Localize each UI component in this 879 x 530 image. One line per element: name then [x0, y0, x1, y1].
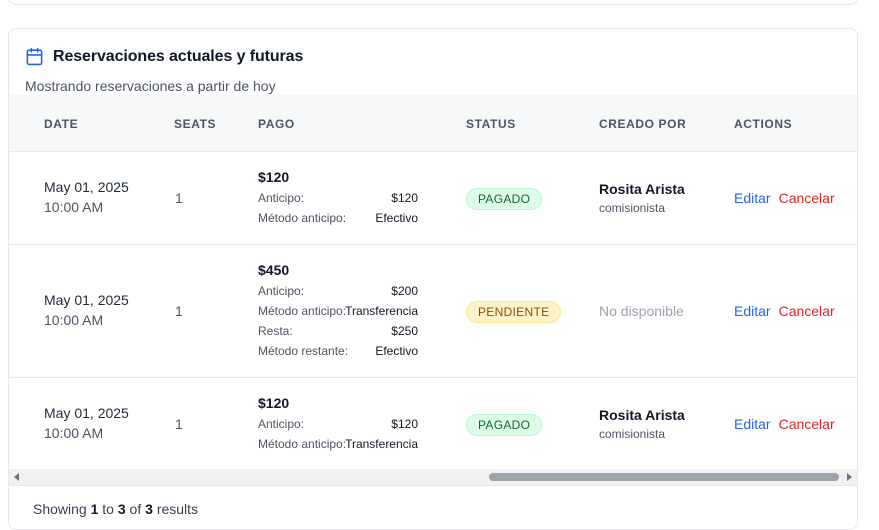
payment-label: Resta:	[258, 324, 293, 338]
payment-value: Efectivo	[375, 344, 418, 358]
header-seats: SEATS	[174, 117, 217, 131]
payment-label: Anticipo:	[258, 417, 305, 431]
card-subtitle: Mostrando reservaciones a partir de hoy	[25, 78, 276, 94]
seats-value: 1	[175, 303, 183, 319]
scrollbar-thumb[interactable]	[489, 473, 839, 481]
payment-label: Método anticipo:	[258, 211, 347, 225]
header-date: DATE	[44, 117, 79, 131]
creator-name: Rosita Arista	[599, 407, 685, 423]
creator-cell: Rosita Arista comisionista	[599, 407, 685, 441]
pagination-footer: Showing 1 to 3 of 3 results	[9, 485, 857, 529]
reservations-card: Reservaciones actuales y futuras Mostran…	[8, 28, 858, 530]
payment-line: Anticipo: $120	[258, 191, 418, 211]
results-to-word: to	[102, 501, 114, 517]
header-pago: PAGO	[258, 117, 295, 131]
payment-value: $250	[391, 324, 418, 338]
results-to: 3	[117, 501, 126, 517]
payment-line: Método restante: Efectivo	[258, 344, 418, 364]
results-from: 1	[90, 501, 99, 517]
reservation-date: May 01, 2025	[44, 292, 129, 308]
reservations-table: DATE SEATS PAGO STATUS CREADO POR ACTION…	[9, 95, 857, 471]
payment-cell: $120 Anticipo: $120 Método anticipo: Efe…	[258, 169, 418, 231]
date-cell: May 01, 2025 10:00 AM	[44, 405, 129, 441]
payment-value: $120	[391, 191, 418, 205]
edit-link[interactable]: Editar	[734, 416, 771, 432]
payment-total: $120	[258, 395, 290, 411]
date-cell: May 01, 2025 10:00 AM	[44, 292, 129, 328]
creator-role: comisionista	[599, 201, 666, 215]
horizontal-scrollbar[interactable]	[9, 469, 857, 485]
creator-cell: Rosita Arista comisionista	[599, 181, 685, 215]
actions-cell: Editar Cancelar	[734, 190, 835, 208]
actions-cell: Editar Cancelar	[734, 303, 835, 321]
header-creado-por: CREADO POR	[599, 117, 687, 131]
cancel-link[interactable]: Cancelar	[779, 190, 835, 206]
status-cell: PENDIENTE	[466, 301, 562, 323]
edit-link[interactable]: Editar	[734, 190, 771, 206]
seats-value: 1	[175, 416, 183, 432]
payment-line: Anticipo: $120	[258, 417, 418, 437]
payment-value: $120	[391, 417, 418, 431]
previous-card	[8, 0, 858, 5]
results-summary: Showing 1 to 3 of 3 results	[33, 501, 198, 517]
payment-total: $120	[258, 169, 290, 185]
payment-label: Método anticipo:	[258, 304, 347, 318]
calendar-icon	[25, 47, 44, 66]
cancel-link[interactable]: Cancelar	[779, 303, 835, 319]
scroll-left-arrow-icon[interactable]	[9, 469, 25, 485]
payment-label: Anticipo:	[258, 191, 305, 205]
payment-label: Método restante:	[258, 344, 349, 358]
payment-cell: $120 Anticipo: $120 Método anticipo: Tra…	[258, 395, 418, 457]
card-title: Reservaciones actuales y futuras	[53, 47, 304, 65]
payment-label: Método anticipo:	[258, 437, 347, 451]
table-row: May 01, 2025 10:00 AM 1 $120 Anticipo: $…	[9, 152, 857, 245]
edit-link[interactable]: Editar	[734, 303, 771, 319]
creator-name: Rosita Arista	[599, 181, 685, 197]
payment-cell: $450 Anticipo: $200 Método anticipo: Tra…	[258, 262, 418, 364]
status-badge: PENDIENTE	[466, 301, 562, 323]
reservation-date: May 01, 2025	[44, 405, 129, 421]
results-suffix: results	[156, 501, 199, 517]
results-prefix: Showing	[33, 501, 87, 517]
payment-line: Anticipo: $200	[258, 284, 418, 304]
payment-line: Método anticipo: Efectivo	[258, 211, 418, 231]
payment-value: Transferencia	[345, 437, 418, 451]
results-total: 3	[145, 501, 153, 517]
payment-value: Efectivo	[375, 211, 418, 225]
date-cell: May 01, 2025 10:00 AM	[44, 179, 129, 215]
status-badge: PAGADO	[466, 414, 543, 436]
payment-line: Método anticipo: Transferencia	[258, 304, 418, 324]
seats-value: 1	[175, 190, 183, 206]
scroll-right-arrow-icon[interactable]	[841, 469, 857, 485]
reservation-time: 10:00 AM	[44, 312, 104, 328]
header-actions: ACTIONS	[734, 117, 793, 131]
card-header: Reservaciones actuales y futuras	[25, 47, 303, 66]
results-of-word: of	[129, 501, 142, 517]
payment-line: Resta: $250	[258, 324, 418, 344]
actions-cell: Editar Cancelar	[734, 416, 835, 434]
reservation-time: 10:00 AM	[44, 199, 104, 215]
payment-line: Método anticipo: Transferencia	[258, 437, 418, 457]
table-row: May 01, 2025 10:00 AM 1 $450 Anticipo: $…	[9, 245, 857, 378]
cancel-link[interactable]: Cancelar	[779, 416, 835, 432]
table-row: May 01, 2025 10:00 AM 1 $120 Anticipo: $…	[9, 378, 857, 471]
header-status: STATUS	[466, 117, 516, 131]
status-badge: PAGADO	[466, 188, 543, 210]
status-cell: PAGADO	[466, 414, 543, 436]
creator-not-available: No disponible	[599, 303, 684, 319]
payment-total: $450	[258, 262, 290, 278]
payment-label: Anticipo:	[258, 284, 305, 298]
table-header: DATE SEATS PAGO STATUS CREADO POR ACTION…	[9, 95, 857, 152]
status-cell: PAGADO	[466, 188, 543, 210]
payment-value: Transferencia	[345, 304, 418, 318]
payment-value: $200	[391, 284, 418, 298]
reservation-time: 10:00 AM	[44, 425, 104, 441]
reservation-date: May 01, 2025	[44, 179, 129, 195]
creator-role: comisionista	[599, 427, 666, 441]
